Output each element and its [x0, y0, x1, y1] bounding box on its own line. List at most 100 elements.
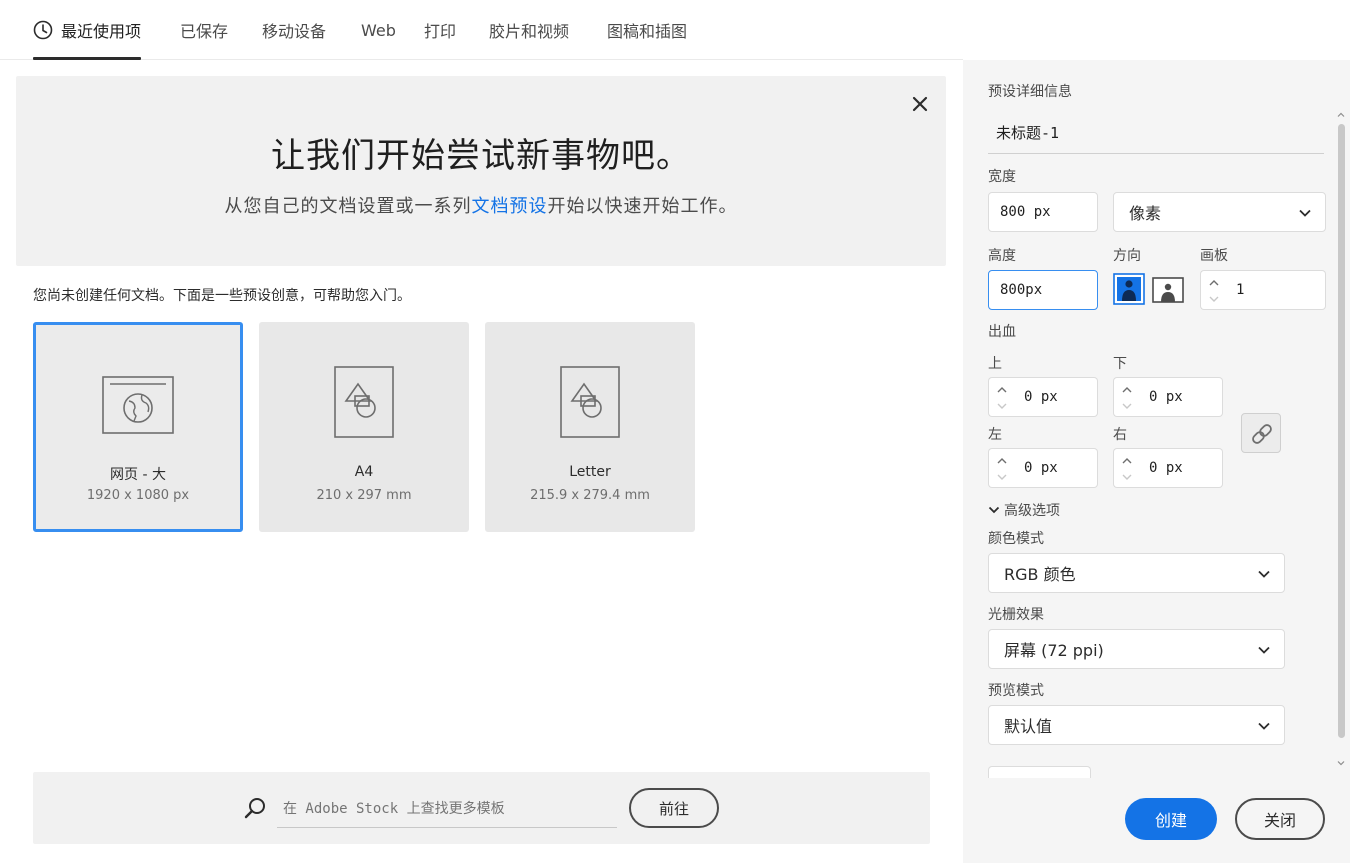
welcome-subtitle: 从您自己的文档设置或一系列文档预设开始以快速开始工作。 [16, 192, 946, 218]
stock-search-field [277, 790, 617, 828]
scroll-up-icon[interactable] [1336, 110, 1346, 120]
document-shapes-icon [334, 366, 394, 438]
bleed-right-label: 右 [1113, 427, 1127, 443]
scrollbar-thumb[interactable] [1338, 124, 1345, 738]
search-icon [244, 798, 265, 819]
advanced-options-label: 高级选项 [1004, 503, 1060, 519]
increment-icon[interactable] [1207, 276, 1221, 290]
welcome-title: 让我们开始尝试新事物吧。 [271, 136, 691, 176]
chevron-down-icon [1258, 646, 1270, 654]
advanced-options-toggle[interactable]: 高级选项 [988, 500, 1060, 520]
bleed-top-field[interactable]: 0 px [1014, 377, 1098, 417]
increment-icon[interactable] [1120, 454, 1134, 468]
clock-icon [33, 20, 53, 40]
tab-label: 打印 [424, 22, 457, 41]
height-label: 高度 [988, 248, 1016, 264]
preset-name: 网页 - 大 [110, 467, 166, 483]
artboards-stepper [1200, 270, 1226, 310]
artboards-field[interactable]: 1 [1226, 270, 1326, 310]
raster-effects-value: 屏幕 (72 ppi) [1004, 641, 1104, 660]
width-field[interactable]: 800 px [988, 192, 1098, 232]
tab-label: 已保存 [180, 22, 229, 41]
tab-print[interactable]: 打印 [424, 0, 456, 60]
stock-search-input[interactable] [277, 790, 617, 827]
raster-effects-label: 光栅效果 [988, 607, 1044, 623]
decrement-icon[interactable] [995, 399, 1009, 413]
bleed-bottom-field[interactable]: 0 px [1139, 377, 1223, 417]
increment-icon[interactable] [995, 383, 1009, 397]
section-title: 预设详细信息 [988, 84, 1072, 100]
tab-label: 胶片和视频 [489, 22, 570, 41]
link-bleed-button[interactable] [1241, 413, 1281, 453]
no-documents-message: 您尚未创建任何文档。下面是一些预设创意，可帮助您入门。 [33, 288, 411, 304]
orientation-label: 方向 [1113, 248, 1141, 264]
decrement-icon[interactable] [995, 470, 1009, 484]
document-name-field[interactable]: 未标题-1 [988, 112, 1324, 154]
close-icon[interactable] [910, 94, 930, 114]
tab-web[interactable]: Web [361, 0, 396, 60]
preview-mode-select[interactable]: 默认值 [988, 705, 1285, 745]
bleed-left-label: 左 [988, 427, 1002, 443]
preset-size: 1920 x 1080 px [86, 488, 190, 503]
tab-label: Web [361, 20, 396, 40]
tab-label: 最近使用项 [61, 22, 142, 41]
bleed-bottom-stepper [1113, 377, 1139, 417]
preset-size: 210 x 297 mm [316, 488, 412, 503]
bleed-right-stepper [1113, 448, 1139, 488]
preset-details-panel: 预设详细信息 未标题-1 宽度 800 px 像素 高度 方向 画板 800px… [963, 60, 1350, 863]
scroll-down-icon[interactable] [1336, 758, 1346, 768]
increment-icon[interactable] [995, 454, 1009, 468]
preview-mode-label: 预览模式 [988, 683, 1044, 699]
preset-name: Letter [569, 464, 611, 480]
tab-label: 移动设备 [262, 22, 327, 41]
bleed-top-stepper [988, 377, 1014, 417]
bleed-right-field[interactable]: 0 px [1139, 448, 1223, 488]
welcome-banner: 让我们开始尝试新事物吧。 从您自己的文档设置或一系列文档预设开始以快速开始工作。 [16, 76, 946, 266]
tab-recent[interactable]: 最近使用项 [33, 0, 142, 60]
preset-card-a4[interactable]: A4 210 x 297 mm [259, 322, 469, 532]
preset-category-tabs: 最近使用项 已保存 移动设备 Web 打印 胶片和视频 图稿和插图 [0, 0, 963, 60]
bleed-left-field[interactable]: 0 px [1014, 448, 1098, 488]
new-document-dialog: 最近使用项 已保存 移动设备 Web 打印 胶片和视频 图稿和插图 让我们开始尝… [0, 0, 1350, 863]
decrement-icon[interactable] [1207, 292, 1221, 306]
bleed-label: 出血 [988, 324, 1016, 340]
create-button[interactable]: 创建 [1125, 798, 1217, 840]
panel-scrollbar[interactable] [1335, 110, 1347, 770]
raster-effects-select[interactable]: 屏幕 (72 ppi) [988, 629, 1285, 669]
units-value: 像素 [1129, 204, 1162, 223]
preset-card-letter[interactable]: Letter 215.9 x 279.4 mm [485, 322, 695, 532]
units-select[interactable]: 像素 [1113, 192, 1326, 232]
bleed-left-stepper [988, 448, 1014, 488]
link-icon [1252, 424, 1272, 444]
tab-saved[interactable]: 已保存 [180, 0, 228, 60]
chevron-down-icon [1299, 209, 1311, 217]
document-shapes-icon [560, 366, 620, 438]
preset-card-web-large[interactable]: 网页 - 大 1920 x 1080 px [33, 322, 243, 532]
decrement-icon[interactable] [1120, 470, 1134, 484]
preset-size: 215.9 x 279.4 mm [530, 488, 650, 503]
subtitle-text: 开始以快速开始工作。 [547, 196, 738, 217]
subtitle-text: 从您自己的文档设置或一系列 [224, 196, 472, 217]
chevron-down-icon [1258, 570, 1270, 578]
height-field[interactable]: 800px [988, 270, 1098, 310]
bleed-bottom-label: 下 [1113, 356, 1127, 372]
increment-icon[interactable] [1120, 383, 1134, 397]
document-presets-link[interactable]: 文档预设 [472, 196, 548, 217]
width-label: 宽度 [988, 169, 1016, 185]
color-mode-label: 颜色模式 [988, 531, 1044, 547]
tab-art-illustration[interactable]: 图稿和插图 [607, 0, 687, 60]
landscape-orientation-icon[interactable] [1152, 273, 1184, 305]
portrait-orientation-icon[interactable] [1113, 273, 1145, 305]
bleed-top-label: 上 [988, 356, 1002, 372]
tab-mobile[interactable]: 移动设备 [262, 0, 326, 60]
adobe-stock-search-bar: 前往 [33, 772, 930, 844]
color-mode-value: RGB 颜色 [1004, 565, 1076, 584]
tab-film-video[interactable]: 胶片和视频 [489, 0, 569, 60]
chevron-down-icon [1258, 722, 1270, 730]
decrement-icon[interactable] [1120, 399, 1134, 413]
color-mode-select[interactable]: RGB 颜色 [988, 553, 1285, 593]
close-button[interactable]: 关闭 [1235, 798, 1325, 840]
stock-go-button[interactable]: 前往 [629, 788, 719, 828]
chevron-down-icon [988, 506, 1000, 514]
preset-name: A4 [354, 464, 374, 480]
